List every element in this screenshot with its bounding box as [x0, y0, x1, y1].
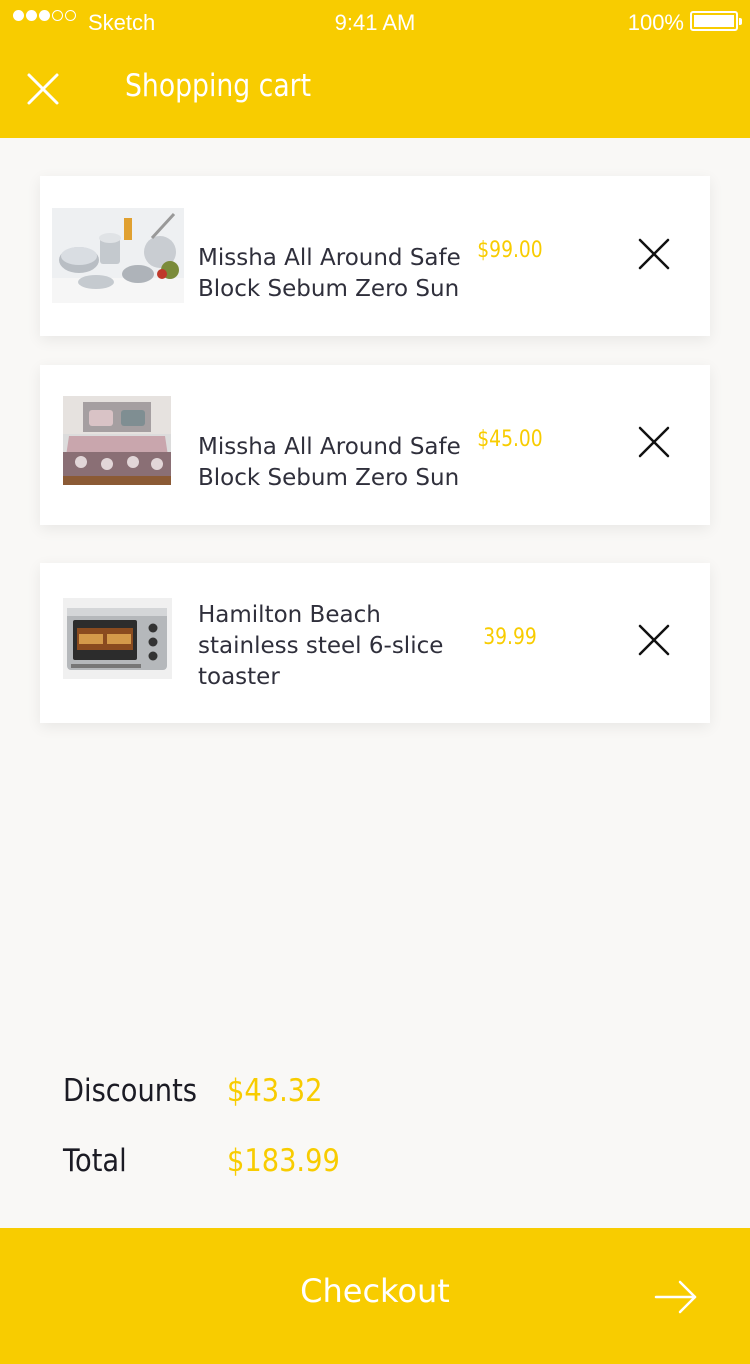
page-title: Shopping cart [125, 68, 312, 104]
product-image-bedding [63, 396, 171, 485]
checkout-label: Checkout [300, 1272, 450, 1310]
remove-item-button[interactable] [636, 424, 672, 460]
close-icon [638, 426, 670, 458]
close-button[interactable] [24, 70, 62, 108]
total-value: $183.99 [227, 1143, 340, 1179]
product-price: 39.99 [483, 625, 537, 650]
close-icon [638, 624, 670, 656]
close-icon [638, 238, 670, 270]
discounts-value: $43.32 [227, 1073, 323, 1109]
cart-item: Missha All Around Safe Block Sebum Zero … [40, 176, 710, 336]
close-icon [27, 73, 59, 105]
product-name[interactable]: Missha All Around Safe Block Sebum Zero … [198, 243, 468, 305]
product-price: $99.00 [477, 238, 543, 263]
cart-item: Missha All Around Safe Block Sebum Zero … [40, 365, 710, 525]
header-bar: Sketch 9:41 AM 100% Shopping cart [0, 0, 750, 138]
product-image-cookware [52, 208, 184, 303]
product-image-toaster [63, 598, 172, 679]
status-bar: Sketch 9:41 AM 100% [0, 0, 750, 44]
battery-icon [690, 11, 742, 31]
product-name[interactable]: Hamilton Beach stainless steel 6-slice t… [198, 600, 468, 693]
arrow-right-icon [654, 1280, 697, 1314]
discounts-label: Discounts [63, 1073, 197, 1109]
battery-percent: 100% [627, 10, 684, 35]
total-label: Total [63, 1143, 127, 1179]
checkout-button[interactable]: Checkout [0, 1228, 750, 1364]
product-name[interactable]: Missha All Around Safe Block Sebum Zero … [198, 432, 468, 494]
remove-item-button[interactable] [636, 236, 672, 272]
cart-item: Hamilton Beach stainless steel 6-slice t… [40, 563, 710, 723]
product-price: $45.00 [477, 427, 543, 452]
remove-item-button[interactable] [636, 622, 672, 658]
